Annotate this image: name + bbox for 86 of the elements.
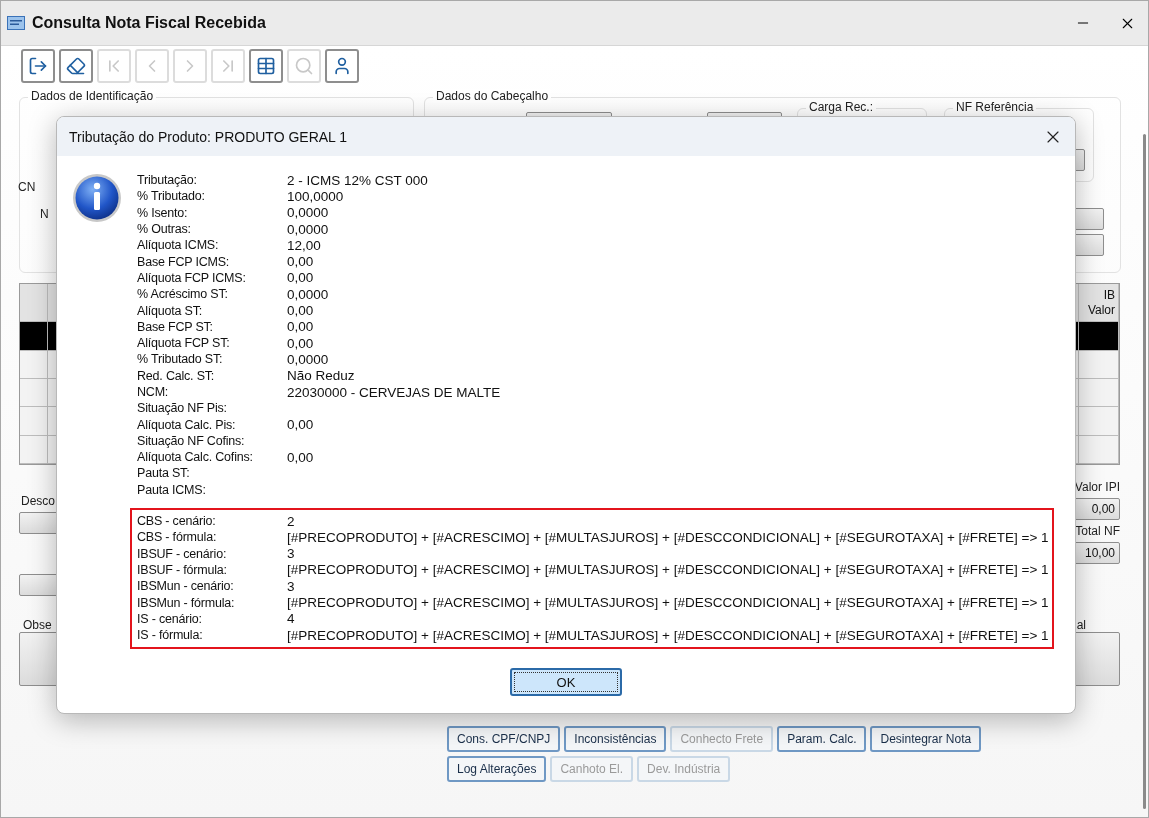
field-value: Não Reduz <box>287 368 355 384</box>
action-button[interactable]: Desintegrar Nota <box>870 726 982 752</box>
field-value: 0,00 <box>287 417 314 433</box>
field-value: 0,00 <box>287 303 314 318</box>
field-value: 0,00 <box>287 319 314 335</box>
group-title: Dados de Identificação <box>28 89 157 103</box>
toolbar-button[interactable] <box>325 49 359 83</box>
field-label: IS - cenário: <box>137 611 203 626</box>
field-label: IBSMun - fórmula: <box>137 595 236 610</box>
group-title: Carga Rec.: <box>806 100 877 114</box>
dialog-title: Tributação do Produto: PRODUTO GERAL 1 <box>69 128 348 145</box>
field-value: 4 <box>287 611 295 627</box>
field-label: Alíquota FCP ICMS: <box>137 270 247 285</box>
exit-icon <box>28 56 48 76</box>
field-value: 0,0000 <box>287 205 329 221</box>
field-label: Pauta ST: <box>137 466 191 481</box>
toolbar-button[interactable] <box>59 49 93 83</box>
field-value: 22030000 - CERVEJAS DE MALTE <box>287 384 501 400</box>
field-value: [#PRECOPRODUTO] + [#ACRESCIMO] + [#MULTASJUROS] + [#DESCCONDICIONAL] + [#SEGUROTAXA] + [#FRETE] => 1 <box>287 627 1049 643</box>
field-value: [#PRECOPRODUTO] + [#ACRESCIMO] + [#MULTASJUROS] + [#DESCCONDICIONAL] + [#SEGUROTAXA] + [#FRETE] => 1 <box>287 562 1049 578</box>
info-icon <box>71 172 123 224</box>
field-label: Situação NF Cofins: <box>137 433 246 448</box>
table-icon <box>256 56 276 76</box>
field-label: % Tributado ST: <box>137 352 224 367</box>
input-field[interactable] <box>1074 234 1104 256</box>
search-icon <box>294 56 314 76</box>
eraser-icon <box>66 56 86 76</box>
field-value: 0,00 <box>287 449 314 465</box>
field-label: % Isento: <box>137 205 189 220</box>
window-app-icon <box>7 16 25 30</box>
field-label: Pauta ICMS: <box>137 482 207 497</box>
user-icon <box>332 56 352 76</box>
group-title: Dados do Cabeçalho <box>433 89 552 103</box>
scroll-bar[interactable] <box>1143 134 1146 809</box>
input-field[interactable] <box>1074 208 1104 230</box>
field-label: Base FCP ICMS: <box>137 254 231 269</box>
field-label: CBS - cenário: <box>137 514 217 529</box>
action-button[interactable]: Param. Calc. <box>777 726 867 752</box>
field-label: Red. Calc. ST: <box>137 368 216 383</box>
field-label: % Tributado: <box>137 189 206 204</box>
action-button[interactable]: Inconsistências <box>564 726 667 752</box>
field-label: Alíquota ICMS: <box>137 238 220 253</box>
field-label: Alíquota ST: <box>137 303 203 318</box>
action-button[interactable]: Log Alterações <box>447 756 547 782</box>
action-button[interactable]: Cons. CPF/CNPJ <box>447 726 561 752</box>
field-label: Alíquota Calc. Pis: <box>137 417 237 432</box>
field-label: Situação NF Pis: <box>137 401 228 416</box>
field-value: 0,0000 <box>287 221 329 237</box>
field-label: IBSUF - cenário: <box>137 546 228 561</box>
field-label: CBS - fórmula: <box>137 530 218 545</box>
field-label: % Acréscimo ST: <box>137 287 229 302</box>
field-value: 0,0000 <box>287 286 329 302</box>
field-label: IBSMun - cenário: <box>137 579 235 594</box>
toolbar-button[interactable] <box>21 49 55 83</box>
ok-button[interactable]: OK <box>510 668 622 696</box>
field-value: 0,00 <box>287 335 314 351</box>
field-label: N <box>40 207 49 221</box>
field-value: 0,00 <box>287 270 314 286</box>
field-label: al <box>1076 618 1086 632</box>
toolbar-button[interactable] <box>249 49 283 83</box>
group-title: NF Referência <box>953 100 1037 114</box>
field-label: Valor IPI <box>1073 480 1120 494</box>
field-value: 12,00 <box>287 237 321 253</box>
field-label: % Outras: <box>137 222 192 237</box>
field-label: NCM: <box>137 385 170 399</box>
field-value: 0,00 <box>287 254 314 270</box>
window-title: Consulta Nota Fiscal Recebida <box>32 14 266 32</box>
field-value: 100,0000 <box>287 188 344 204</box>
field-label: CN <box>18 180 36 194</box>
field-label: Desco <box>21 494 55 508</box>
field-value: [#PRECOPRODUTO] + [#ACRESCIMO] + [#MULTASJUROS] + [#DESCCONDICIONAL] + [#SEGUROTAXA] + [#FRETE] => 1 <box>287 595 1049 611</box>
field-label: Alíquota Calc. Cofins: <box>137 450 254 465</box>
field-value: 3 <box>287 546 295 562</box>
field-value: [#PRECOPRODUTO] + [#ACRESCIMO] + [#MULTASJUROS] + [#DESCCONDICIONAL] + [#SEGUROTAXA] + [#FRETE] => 1 <box>287 529 1049 545</box>
field-label: Total NF <box>1074 524 1120 538</box>
field-label: IBSUF - fórmula: <box>137 562 228 577</box>
column-header: IB Valor <box>1079 284 1119 322</box>
field-label: IS - fórmula: <box>137 628 204 643</box>
field-label: Base FCP ST: <box>137 319 214 334</box>
field-label: Obse <box>23 618 52 632</box>
field-value: 3 <box>287 578 295 594</box>
field-label: Tributação: <box>137 173 198 188</box>
field-value: 2 - ICMS 12% CST 000 <box>287 172 428 188</box>
field-value: 0,0000 <box>287 351 329 367</box>
field-label: Alíquota FCP ST: <box>137 336 231 351</box>
field-value: 2 <box>287 513 295 529</box>
